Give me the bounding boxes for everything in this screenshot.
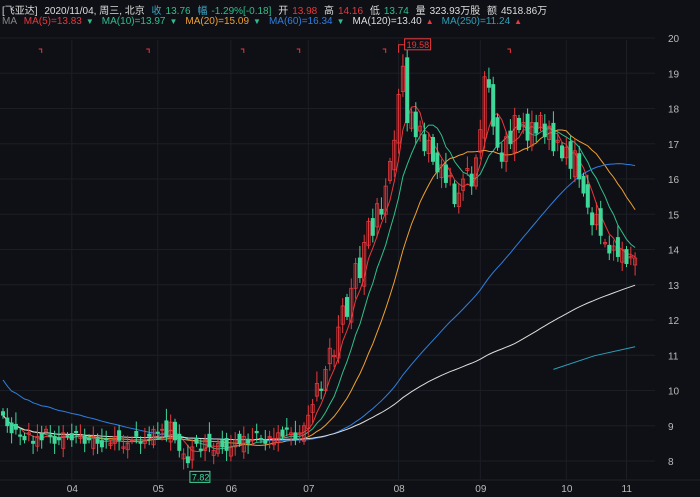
chart-background [0, 30, 700, 497]
y-tick-label: 16 [668, 175, 680, 186]
y-tick-label: 12 [668, 316, 680, 327]
candle [172, 418, 177, 444]
high-price-label: 19.58 [407, 40, 430, 50]
y-tick-label: 18 [668, 105, 680, 116]
low-price-label: 7.82 [192, 472, 210, 482]
y-tick-label: 13 [668, 281, 680, 292]
x-tick-label: 05 [153, 484, 165, 495]
x-tick-label: 09 [475, 484, 487, 495]
y-tick-label: 17 [668, 140, 680, 151]
candle [430, 133, 435, 165]
candle [495, 114, 500, 151]
candle [405, 49, 410, 132]
candle [581, 172, 586, 197]
candle [624, 245, 629, 268]
y-tick-label: 9 [668, 422, 674, 433]
candle [491, 76, 496, 135]
y-tick-label: 10 [668, 387, 680, 398]
y-tick-label: 8 [668, 457, 674, 468]
x-tick-label: 07 [303, 484, 315, 495]
y-tick-label: 20 [668, 34, 680, 45]
y-tick-label: 19 [668, 69, 680, 80]
candle [452, 180, 457, 208]
y-tick-label: 15 [668, 210, 680, 221]
x-tick-label: 06 [226, 484, 238, 495]
candle [344, 293, 349, 320]
y-tick-label: 14 [668, 246, 680, 257]
x-tick-label: 10 [561, 484, 573, 495]
x-tick-label: 08 [394, 484, 406, 495]
x-tick-label: 11 [622, 484, 633, 495]
kline-chart[interactable]: 8 9 10 11 12 13 14 15 16 17 18 19 20 04 05 06 07 08 09 10 11… [0, 0, 700, 497]
x-tick-label: 04 [67, 484, 79, 495]
y-tick-label: 11 [668, 351, 679, 362]
